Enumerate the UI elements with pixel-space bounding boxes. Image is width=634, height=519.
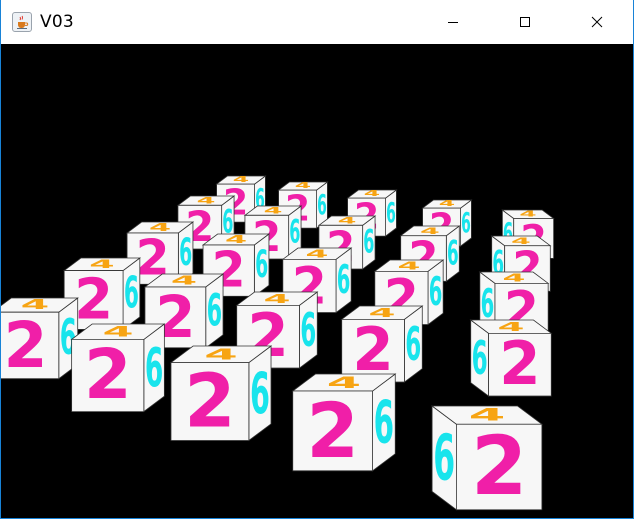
window-controls (417, 0, 633, 44)
cube-side-digit: 6 (386, 197, 396, 230)
window-title: V03 (40, 12, 74, 32)
cube-side-digit: 6 (179, 231, 192, 275)
maximize-button[interactable] (489, 0, 561, 44)
cube-side-digit: 6 (433, 421, 455, 494)
cube-side-digit: 6 (124, 268, 139, 319)
java-coffee-cup-icon (12, 12, 32, 32)
cube-grid-render: 4264264264264264264264264264264264264264… (1, 175, 555, 514)
cube-side-digit: 6 (472, 331, 488, 385)
cube-side-digit: 6 (207, 285, 223, 337)
app-window: V03 4264264264264264264264264264264264 (0, 0, 634, 519)
maximize-icon (520, 17, 530, 27)
cube-side-digit: 6 (289, 214, 300, 252)
cube-side-digit: 6 (447, 234, 459, 273)
cube-front-digit: 2 (84, 336, 132, 415)
cube-side-digit: 6 (317, 189, 327, 222)
cube-side-digit: 6 (405, 317, 421, 371)
cube-side-digit: 6 (145, 337, 164, 399)
cube-side-digit: 6 (374, 388, 394, 456)
minimize-button[interactable] (417, 0, 489, 44)
cube-front-digit: 2 (306, 387, 359, 475)
cube-side-digit: 6 (461, 207, 471, 240)
title-bar[interactable]: V03 (1, 0, 633, 44)
cube-front-digit: 2 (184, 359, 235, 445)
cube-side-digit: 6 (429, 270, 443, 316)
close-icon (591, 16, 603, 28)
cube-front-digit: 2 (471, 420, 527, 514)
3d-canvas[interactable]: 4264264264264264264264264264264264264264… (1, 44, 633, 518)
minimize-icon (448, 22, 458, 23)
cube-side-digit: 6 (337, 258, 351, 304)
cube-side-digit: 6 (255, 243, 268, 287)
cube-front-digit: 2 (499, 330, 540, 399)
cube-side-digit: 6 (363, 224, 374, 262)
cube-side-digit: 6 (300, 303, 316, 357)
cube-side-digit: 6 (250, 360, 270, 427)
cube-front-digit: 2 (4, 309, 48, 382)
close-button[interactable] (561, 0, 633, 44)
